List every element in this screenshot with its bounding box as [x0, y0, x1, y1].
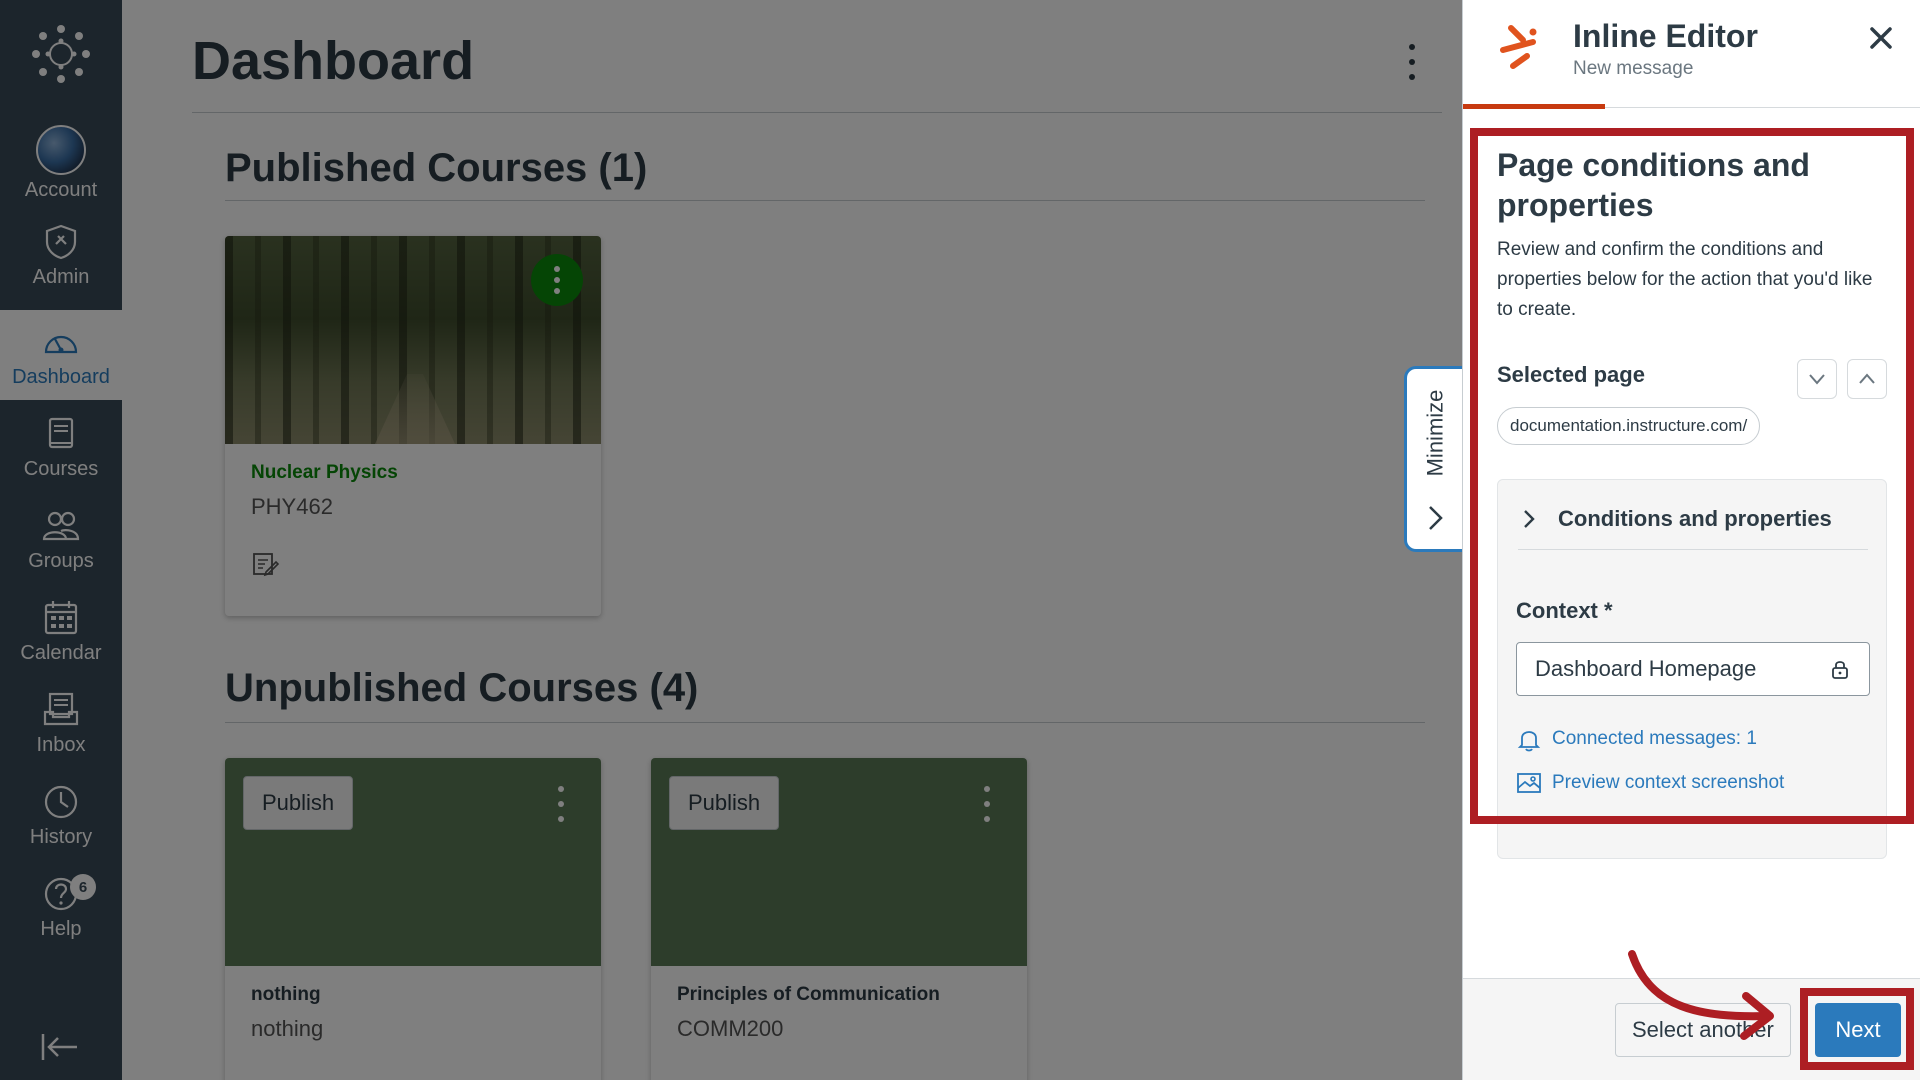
conditions-box: Conditions and properties Context * Dash… — [1497, 479, 1887, 859]
section-description: Review and confirm the conditions and pr… — [1497, 239, 1873, 320]
minimize-label-wrap: Minimize — [1407, 383, 1463, 483]
minimize-tab[interactable]: Minimize — [1404, 366, 1466, 552]
chevron-right-icon — [1429, 506, 1443, 530]
page-next-button[interactable] — [1797, 359, 1837, 399]
lock-icon — [1832, 661, 1848, 679]
section-title: Page conditions and properties — [1497, 147, 1810, 223]
select-another-button[interactable]: Select another — [1615, 1003, 1791, 1057]
context-label: Context * — [1516, 598, 1613, 623]
conditions-toggle[interactable]: Conditions and properties — [1518, 500, 1868, 550]
minimize-label: Minimize — [1422, 389, 1448, 477]
selected-page-label: Selected page — [1497, 362, 1645, 387]
close-icon[interactable] — [1867, 24, 1895, 52]
selected-page-url: documentation.instructure.com/ — [1497, 407, 1761, 445]
bell-icon — [1517, 731, 1541, 752]
preview-screenshot-text: Preview context screenshot — [1552, 772, 1785, 793]
context-value: Dashboard Homepage — [1535, 656, 1757, 681]
inline-editor-logo-icon — [1500, 25, 1537, 69]
next-button[interactable]: Next — [1815, 1003, 1901, 1057]
chevron-down-icon — [1809, 374, 1825, 385]
context-field[interactable]: Dashboard Homepage — [1516, 642, 1870, 696]
panel-title: Inline Editor — [1573, 18, 1758, 54]
panel-footer: Select another Next — [1463, 978, 1920, 1080]
chevron-up-icon — [1859, 373, 1875, 384]
preview-screenshot-link[interactable]: Preview context screenshot — [1516, 770, 1784, 796]
chevron-right-icon — [1524, 509, 1535, 528]
connected-messages-link[interactable]: Connected messages: 1 — [1516, 726, 1757, 752]
page-prev-button[interactable] — [1847, 359, 1887, 399]
connected-messages-text: Connected messages: 1 — [1552, 728, 1757, 749]
image-icon — [1517, 773, 1541, 793]
conditions-label: Conditions and properties — [1558, 505, 1832, 531]
panel-body: Page conditions and properties Review an… — [1463, 109, 1920, 979]
panel-subtitle: New message — [1573, 58, 1694, 79]
modal-overlay — [0, 0, 1462, 1080]
inline-editor-panel: Inline Editor New message Page condition… — [1462, 0, 1920, 1080]
panel-header: Inline Editor New message — [1463, 0, 1920, 109]
